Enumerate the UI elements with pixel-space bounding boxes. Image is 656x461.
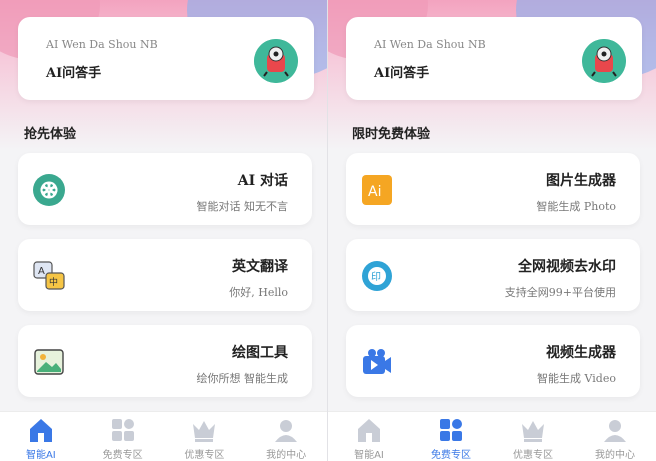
card-title: 英文翻译 xyxy=(232,259,288,275)
tab-my-center[interactable]: 我的中心 xyxy=(245,412,327,461)
tab-label: 优惠专区 xyxy=(184,450,225,461)
mascot-icon xyxy=(582,39,626,83)
card-translate[interactable]: A 中 英文翻译 你好, Hello xyxy=(18,239,312,311)
tab-discount-zone[interactable]: 优惠专区 xyxy=(492,412,574,461)
watermark-icon: 印 xyxy=(360,259,394,293)
section-title: 抢先体验 xyxy=(24,127,77,142)
app-title: AI问答手 xyxy=(46,66,102,81)
tab-label: 智能AI xyxy=(354,450,384,461)
tab-label: 我的中心 xyxy=(266,450,307,461)
app-title: AI问答手 xyxy=(374,66,430,81)
chat-ai-icon xyxy=(32,173,66,207)
card-desc: 你好, Hello xyxy=(229,286,288,299)
card-desc: 绘你所想 智能生成 xyxy=(196,372,289,385)
tab-label: 智能AI xyxy=(25,450,56,461)
card-title: 全网视频去水印 xyxy=(518,259,616,275)
avatar[interactable] xyxy=(254,39,298,83)
tab-label: 免费专区 xyxy=(431,450,471,461)
tab-my-center[interactable]: 我的中心 xyxy=(574,412,656,461)
tab-free-zone[interactable]: 免费专区 xyxy=(82,412,164,461)
svg-text:Ai: Ai xyxy=(368,184,381,200)
card-desc: 智能生成 Video xyxy=(537,372,616,385)
tab-label: 我的中心 xyxy=(595,450,635,461)
grid-icon xyxy=(436,416,466,444)
crown-icon xyxy=(189,416,219,444)
screen-smart-ai: AI Wen Da Shou NB AI问答手 抢先体验 AI 对话 智能对话 … xyxy=(0,0,328,461)
mascot-icon xyxy=(254,39,298,83)
card-desc: 智能生成 Photo xyxy=(536,200,616,213)
app-header-card[interactable]: AI Wen Da Shou NB AI问答手 xyxy=(346,17,642,100)
tab-discount-zone[interactable]: 优惠专区 xyxy=(164,412,246,461)
grid-icon xyxy=(108,416,138,444)
user-icon xyxy=(600,416,630,444)
user-icon xyxy=(271,416,301,444)
tab-smart-ai[interactable]: 智能AI xyxy=(328,412,410,461)
app-subtitle: AI Wen Da Shou NB xyxy=(46,38,158,51)
section-title: 限时免费体验 xyxy=(352,127,431,142)
card-ai-chat[interactable]: AI 对话 智能对话 知无不言 xyxy=(18,153,312,225)
card-desc: 支持全网99+平台使用 xyxy=(504,286,616,299)
card-desc: 智能对话 知无不言 xyxy=(196,200,289,213)
screen-free-zone: AI Wen Da Shou NB AI问答手 限时免费体验 Ai 图片生成器 … xyxy=(328,0,656,461)
translate-icon: A 中 xyxy=(32,259,66,293)
video-icon xyxy=(360,345,394,379)
card-video-generator[interactable]: 视频生成器 智能生成 Video xyxy=(346,325,640,397)
card-title: 视频生成器 xyxy=(546,345,616,361)
card-draw-tool[interactable]: 绘图工具 绘你所想 智能生成 xyxy=(18,325,312,397)
svg-text:中: 中 xyxy=(49,276,58,288)
app-stage: AI Wen Da Shou NB AI问答手 抢先体验 AI 对话 智能对话 … xyxy=(0,0,656,461)
app-header-card[interactable]: AI Wen Da Shou NB AI问答手 xyxy=(18,17,314,100)
image-icon xyxy=(32,345,66,379)
ai-image-icon: Ai xyxy=(360,173,394,207)
app-subtitle: AI Wen Da Shou NB xyxy=(374,38,486,51)
card-image-generator[interactable]: Ai 图片生成器 智能生成 Photo xyxy=(346,153,640,225)
tab-label: 免费专区 xyxy=(102,450,143,461)
svg-text:A: A xyxy=(38,266,45,277)
tab-smart-ai[interactable]: 智能AI xyxy=(0,412,82,461)
card-watermark-removal[interactable]: 印 全网视频去水印 支持全网99+平台使用 xyxy=(346,239,640,311)
card-title: 绘图工具 xyxy=(232,345,288,361)
tab-free-zone[interactable]: 免费专区 xyxy=(410,412,492,461)
card-title: AI 对话 xyxy=(237,173,288,189)
home-icon xyxy=(354,416,384,444)
card-title: 图片生成器 xyxy=(546,173,616,189)
bottom-tab-bar: 智能AI 免费专区 优惠专区 我的中心 xyxy=(328,411,656,461)
home-icon xyxy=(26,416,56,444)
crown-icon xyxy=(518,416,548,444)
bottom-tab-bar: 智能AI 免费专区 优惠专区 我的中心 xyxy=(0,411,327,461)
avatar[interactable] xyxy=(582,39,626,83)
svg-text:印: 印 xyxy=(371,271,381,283)
tab-label: 优惠专区 xyxy=(513,450,553,461)
